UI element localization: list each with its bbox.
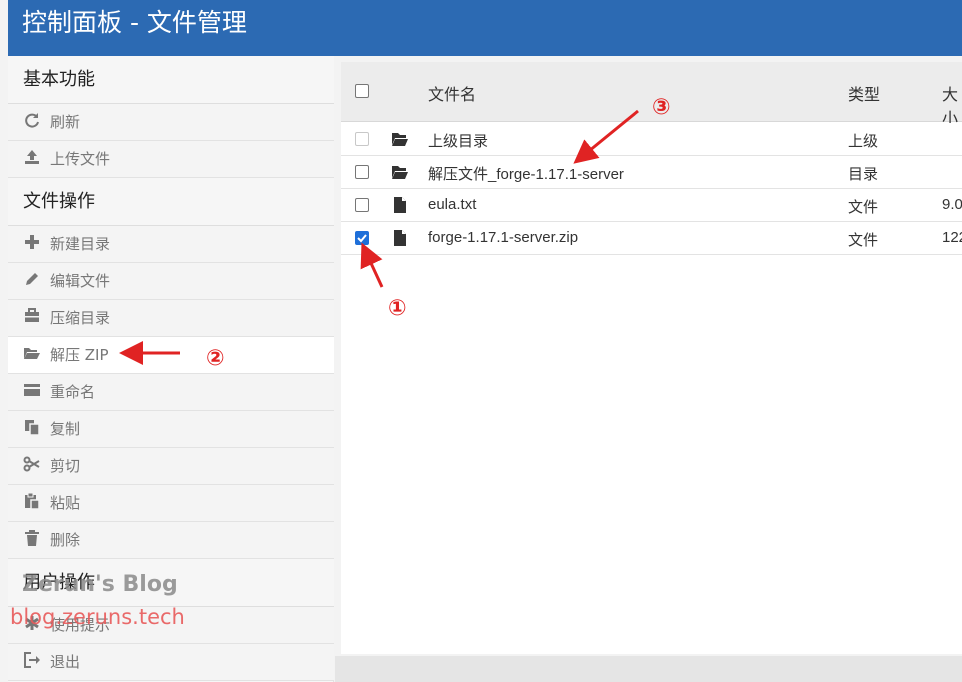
sidebar-item-label: 退出 [50, 653, 81, 672]
watermark-url: blog.zeruns.tech [10, 605, 185, 629]
section-basic: 基本功能 [8, 56, 334, 104]
open-folder-icon [24, 348, 40, 360]
sidebar-item-label: 粘贴 [50, 494, 81, 513]
file-table-panel: 文件名 类型 大小 上级目录 上级 解压文件_forge-1.17.1-serv… [341, 62, 962, 654]
sidebar-item-label: 删除 [50, 531, 81, 550]
main-content: 文件名 类型 大小 上级目录 上级 解压文件_forge-1.17.1-serv… [335, 56, 962, 656]
logout-icon [24, 652, 40, 669]
file-icon [394, 197, 406, 213]
open-folder-icon [392, 166, 408, 179]
file-icon [394, 230, 406, 246]
trash-icon [25, 530, 39, 547]
table-row[interactable]: eula.txt 文件 9.0 [341, 189, 962, 222]
row-checkbox [355, 132, 369, 146]
sidebar-item-new-folder[interactable]: 新建目录 [8, 226, 334, 263]
copy-icon [25, 420, 40, 436]
open-folder-icon [392, 133, 408, 146]
pencil-icon [26, 273, 38, 286]
sidebar-item-label: 复制 [50, 420, 81, 439]
select-all-checkbox[interactable] [355, 84, 369, 98]
page-title: 控制面板 - 文件管理 [22, 8, 247, 37]
sidebar-item-cut[interactable]: 剪切 [8, 448, 334, 485]
paste-icon [25, 492, 40, 510]
sidebar-item-upload[interactable]: 上传文件 [8, 141, 334, 178]
sidebar-item-paste[interactable]: 粘贴 [8, 485, 334, 522]
upload-icon [25, 150, 39, 165]
table-row[interactable]: 解压文件_forge-1.17.1-server 目录 [341, 156, 962, 189]
refresh-icon [25, 113, 39, 128]
sidebar-item-label: 解压 ZIP [50, 346, 109, 365]
header-bar: 控制面板 - 文件管理 [8, 0, 962, 56]
file-type: 上级 [848, 133, 879, 150]
file-name[interactable]: forge-1.17.1-server.zip [428, 229, 578, 246]
row-checkbox[interactable] [355, 231, 369, 245]
file-type: 文件 [848, 232, 879, 249]
annotation-2: ② [206, 346, 225, 371]
sidebar-item-delete[interactable]: 删除 [8, 522, 334, 559]
sidebar-item-logout[interactable]: 退出 [8, 644, 334, 681]
column-header-size: 大小 [942, 85, 959, 128]
file-name[interactable]: 上级目录 [428, 130, 488, 151]
file-name[interactable]: eula.txt [428, 196, 476, 213]
sidebar-item-compress[interactable]: 压缩目录 [8, 300, 334, 337]
sidebar-item-refresh[interactable]: 刷新 [8, 104, 334, 141]
section-file-ops: 文件操作 [8, 178, 334, 226]
row-checkbox[interactable] [355, 165, 369, 179]
column-header-name: 文件名 [428, 85, 477, 104]
table-row[interactable]: 上级目录 上级 [341, 123, 962, 156]
file-size: 122 [942, 229, 962, 246]
sidebar-item-label: 剪切 [50, 457, 81, 476]
file-size: 9.0 [942, 196, 962, 213]
column-header-type: 类型 [848, 85, 881, 104]
bottom-bar [335, 656, 962, 682]
sidebar-item-label: 上传文件 [50, 150, 111, 169]
annotation-1: ① [388, 296, 407, 321]
file-name[interactable]: 解压文件_forge-1.17.1-server [428, 163, 624, 184]
sidebar-item-copy[interactable]: 复制 [8, 411, 334, 448]
sidebar-item-rename[interactable]: 重命名 [8, 374, 334, 411]
plus-icon [25, 235, 39, 250]
sidebar-item-label: 刷新 [50, 113, 81, 132]
watermark-title: Zerun's Blog [22, 572, 178, 597]
row-checkbox[interactable] [355, 198, 369, 212]
sidebar-item-label: 新建目录 [50, 235, 111, 254]
scissors-icon [23, 456, 40, 472]
sidebar-item-label: 压缩目录 [50, 309, 111, 328]
sidebar-item-label: 重命名 [50, 383, 96, 402]
table-row[interactable]: forge-1.17.1-server.zip 文件 122 [341, 222, 962, 255]
check-icon [357, 234, 367, 243]
file-type: 目录 [848, 166, 879, 183]
file-type: 文件 [848, 199, 879, 216]
sidebar-item-label: 编辑文件 [50, 272, 111, 291]
briefcase-icon [25, 308, 39, 323]
card-icon [24, 384, 40, 397]
sidebar-item-unzip[interactable]: 解压 ZIP [8, 337, 334, 374]
sidebar-item-edit-file[interactable]: 编辑文件 [8, 263, 334, 300]
annotation-3: ③ [652, 95, 671, 120]
